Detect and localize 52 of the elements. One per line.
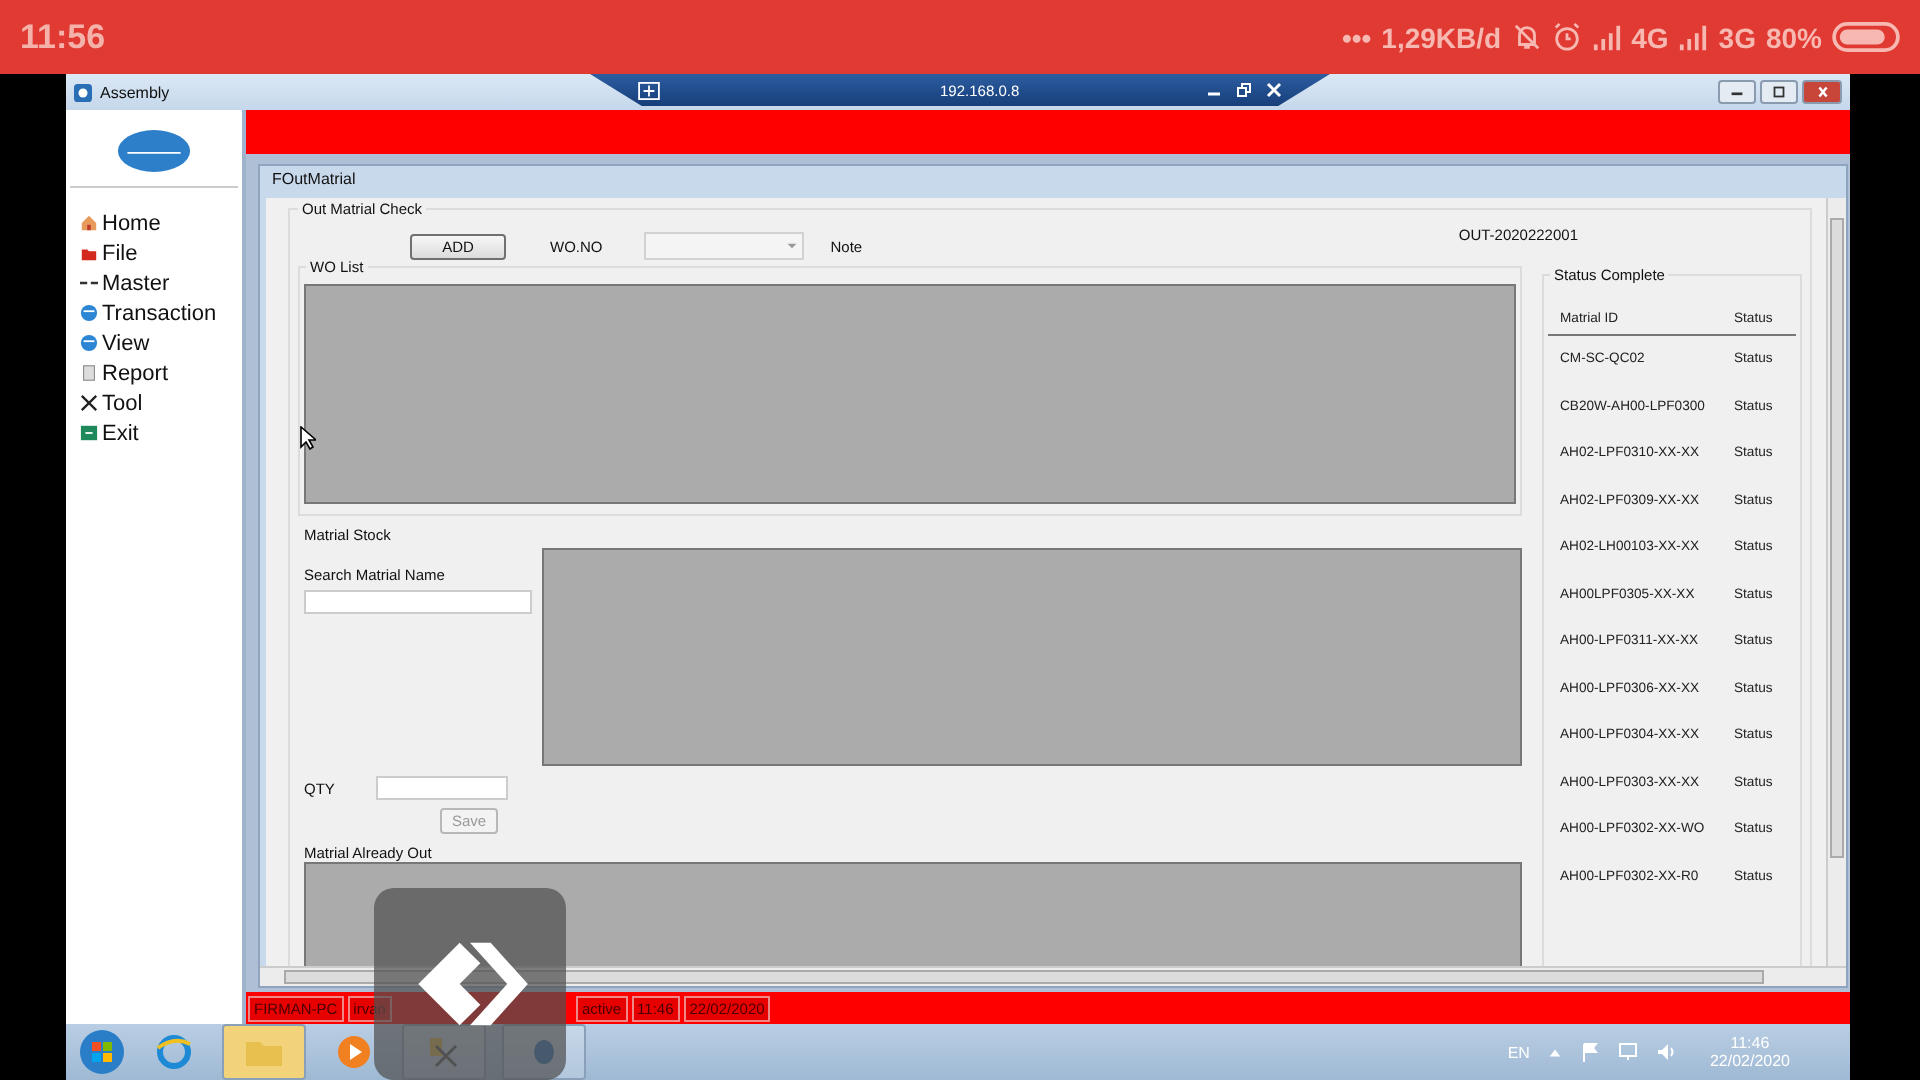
app-icon <box>74 83 92 101</box>
tools-icon <box>80 394 98 412</box>
browser-icon[interactable] <box>154 1032 194 1072</box>
battery-icon <box>1832 22 1900 52</box>
maximize-icon <box>1770 86 1788 98</box>
data-grid[interactable] <box>542 548 1522 766</box>
sidebar-item[interactable]: File <box>66 238 242 268</box>
mouse-pointer-icon <box>300 426 316 450</box>
sidebar-item[interactable]: Home <box>66 208 242 238</box>
folder-icon <box>80 244 98 262</box>
close-button[interactable] <box>1802 80 1842 104</box>
exit-icon <box>80 424 98 442</box>
sidebar-item[interactable]: Report <box>66 358 242 388</box>
maximize-button[interactable] <box>1760 80 1798 104</box>
network-speed: 1,29KB/d <box>1381 21 1502 53</box>
child-window-title: FOutMatrial <box>270 168 358 192</box>
globe-icon <box>80 334 98 352</box>
pin-icon[interactable] <box>638 81 660 99</box>
caret-icon <box>786 242 799 250</box>
network-type: 4G <box>1631 21 1669 53</box>
play-icon[interactable] <box>334 1032 374 1072</box>
more-indicator: ••• <box>1341 21 1372 53</box>
close-icon <box>1813 86 1831 98</box>
vertical-scrollbar[interactable] <box>1826 198 1846 966</box>
flag-icon[interactable] <box>1579 1042 1600 1062</box>
minimize-icon <box>1728 86 1746 98</box>
muted-bell-icon <box>1511 22 1542 52</box>
sidebar-item[interactable]: Tool <box>66 388 242 418</box>
clock-time: 11:56 <box>20 17 106 57</box>
signal-icon <box>1678 22 1709 52</box>
search-field[interactable] <box>304 590 532 614</box>
document-icon <box>80 364 98 382</box>
window-title: Assembly <box>100 83 170 101</box>
close-icon[interactable] <box>1265 82 1282 98</box>
speaker-icon[interactable] <box>1655 1042 1676 1062</box>
network-icon[interactable] <box>1617 1042 1638 1062</box>
house-icon <box>80 214 98 232</box>
battery-level: 80% <box>1765 21 1822 53</box>
folder-icon <box>244 1036 284 1068</box>
caret-icon[interactable] <box>1547 1045 1562 1059</box>
alarm-icon <box>1551 22 1582 52</box>
minimize-button[interactable] <box>1718 80 1756 104</box>
sidebar-item[interactable]: Master <box>66 268 242 298</box>
restore-icon[interactable] <box>1235 82 1252 98</box>
sidebar-item[interactable]: View <box>66 328 242 358</box>
quantity-field[interactable] <box>376 776 509 800</box>
sidebar-item[interactable]: Exit <box>66 418 242 448</box>
signal-icon <box>1591 22 1622 52</box>
sidebar-item[interactable]: Transaction <box>66 298 242 328</box>
start-button[interactable] <box>78 1028 126 1076</box>
globe-icon <box>80 304 98 322</box>
network-type: 3G <box>1718 21 1756 53</box>
